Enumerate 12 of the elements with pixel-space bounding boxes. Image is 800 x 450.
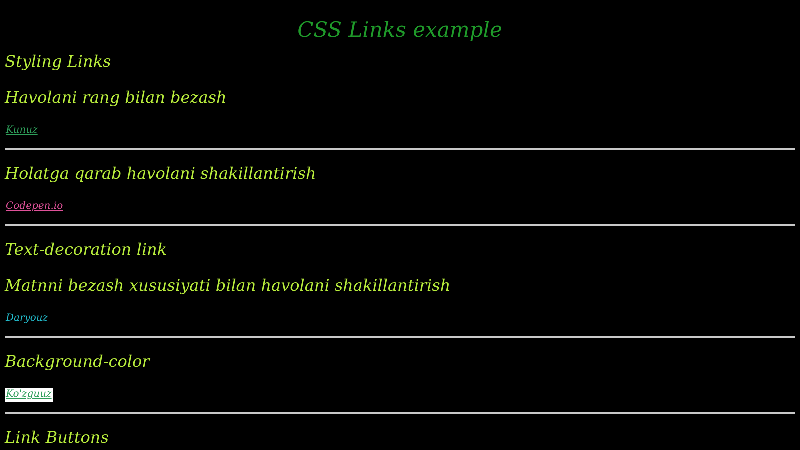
section-heading: Background-color	[5, 351, 150, 373]
section-heading: Havolani rang bilan bezash	[5, 87, 227, 109]
link[interactable]: Ko'zguuz	[5, 388, 53, 402]
section-heading: Text-decoration link	[5, 239, 168, 261]
section-heading: Matnni bezash xususiyati bilan havolani shakillantirish	[5, 275, 451, 297]
section-heading: Link Buttons	[5, 427, 109, 449]
section-heading: Styling Links	[5, 51, 112, 73]
link[interactable]: Codepen.io	[5, 200, 64, 214]
link[interactable]: Daryouz	[5, 312, 50, 326]
section-heading: Holatga qarab havolani shakillantirish	[5, 163, 316, 185]
page-title: CSS Links example	[298, 17, 502, 44]
link[interactable]: Kunuz	[5, 124, 39, 138]
